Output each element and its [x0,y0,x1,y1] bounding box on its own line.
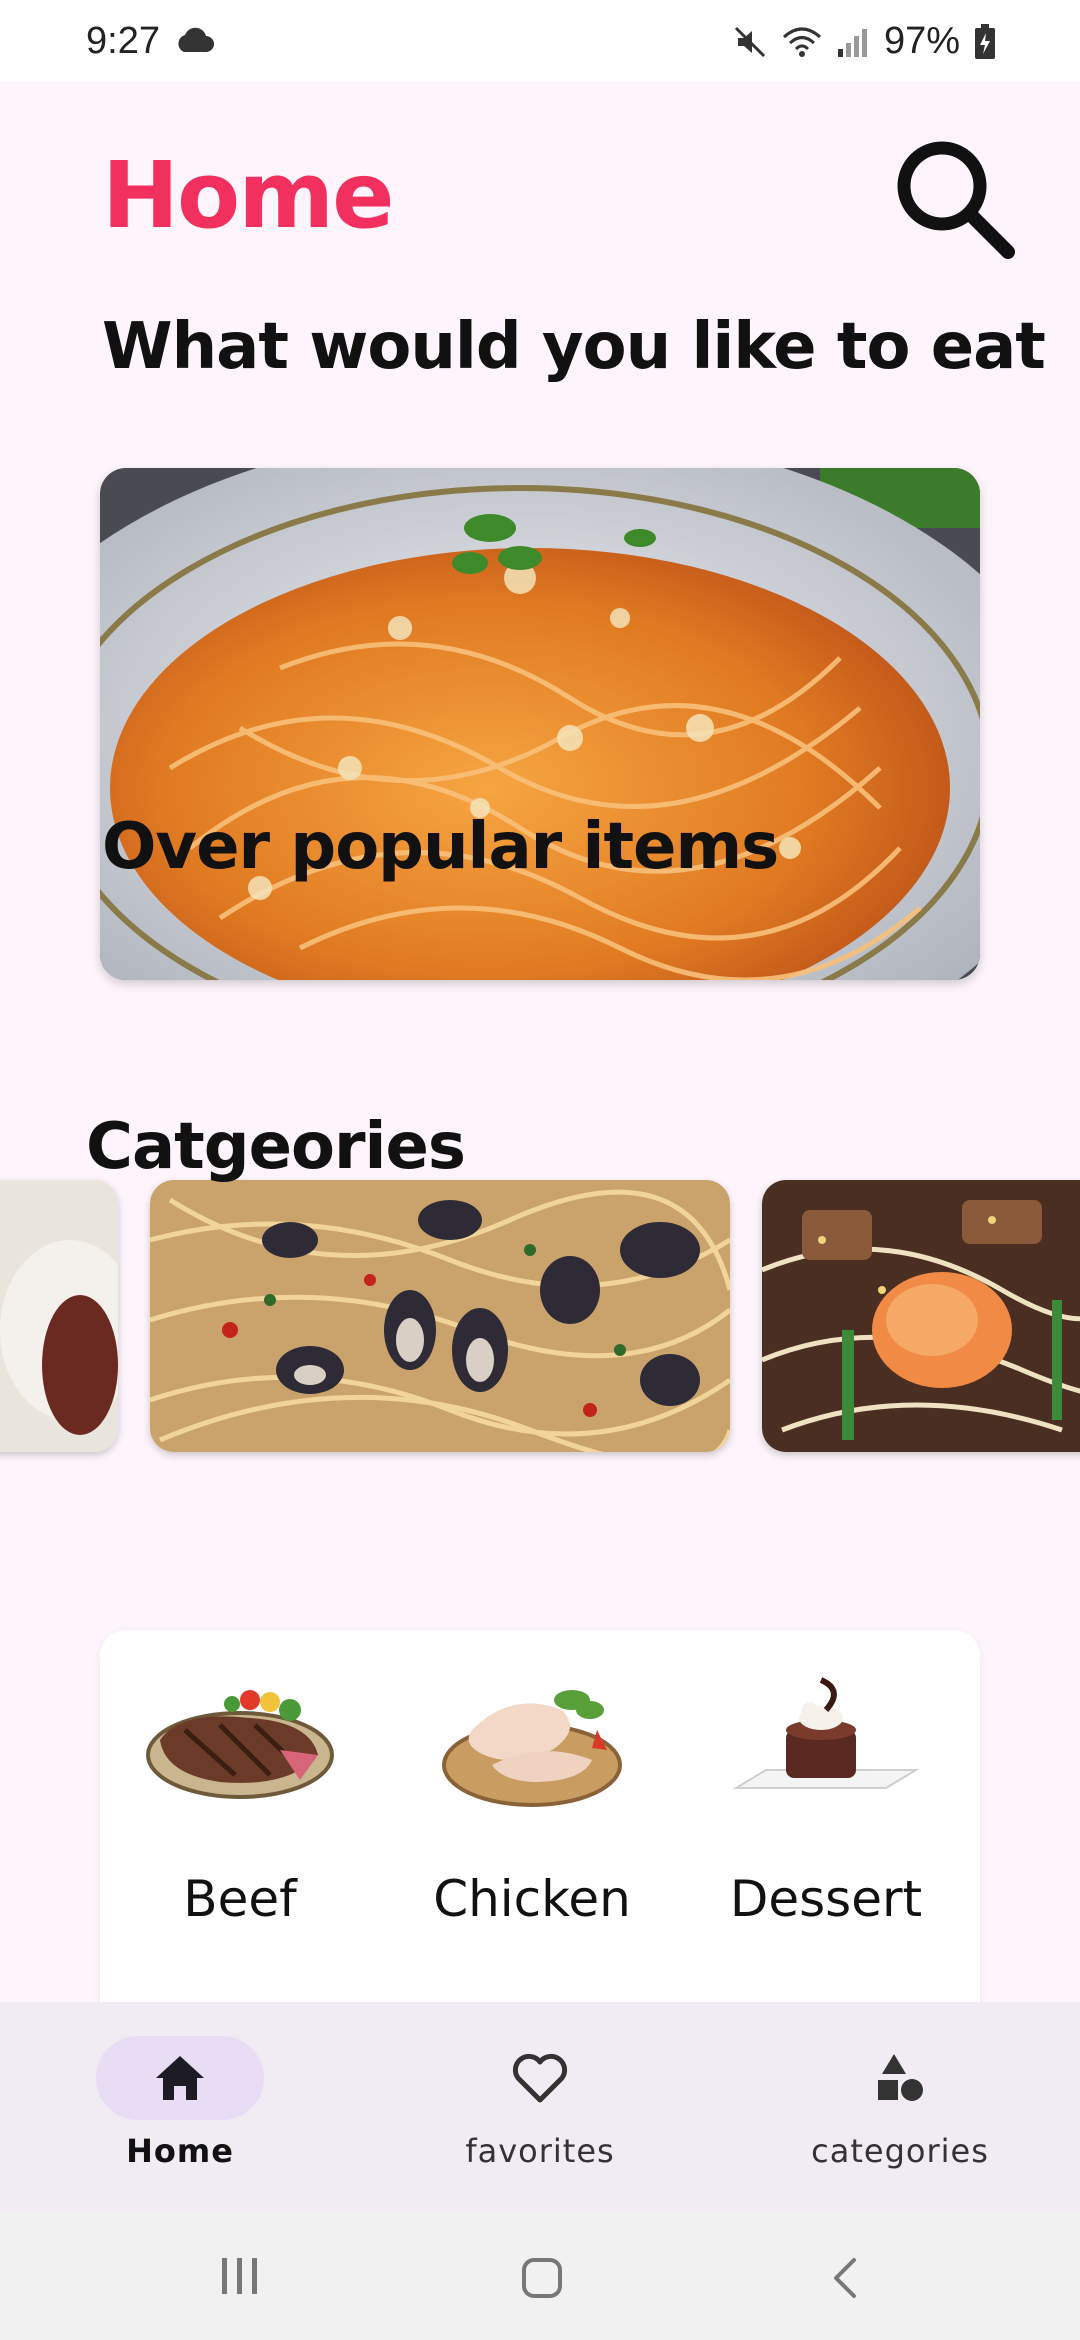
home-screen: Home What would you like to eat Over pop… [0,82,1080,2002]
popular-item-card[interactable] [150,1180,730,1452]
status-icons: 97% [732,20,996,63]
status-bar: 9:27 97% [0,0,1080,82]
category-label: Beef [183,1870,297,1928]
category-label: Chicken [433,1870,631,1928]
home-icon [156,2056,204,2100]
popular-item-card[interactable] [0,1180,118,1452]
section-heading-prompt: What would you like to eat [102,310,1046,384]
category-dessert[interactable]: Dessert [686,1670,966,1950]
shapes-icon [878,2054,923,2101]
signal-icon [837,28,867,57]
nav-label: categories [811,2132,989,2170]
category-label: Dessert [729,1870,923,1928]
nav-item-categories[interactable]: categories [720,2002,1080,2212]
search-icon[interactable] [890,134,1020,264]
chicken-image [442,1690,622,1807]
featured-meal-image[interactable] [100,468,980,980]
categories-grid: Beef Chicken Dessert [100,1630,980,2002]
nav-item-favorites[interactable]: favorites [360,2002,720,2212]
bottom-navigation: Home favorites categories [0,2002,1080,2212]
battery-percent: 97% [883,20,960,62]
page-title: Home [102,142,394,249]
nav-label: Home [126,2132,234,2170]
wifi-icon [782,27,821,57]
dessert-image [732,1677,920,1789]
battery-icon [975,23,995,59]
nav-item-home[interactable]: Home [0,2002,360,2212]
section-heading-popular: Over popular items [102,810,779,884]
category-chicken[interactable]: Chicken [392,1670,672,1950]
category-beef[interactable]: Beef [100,1670,380,1950]
system-navigation-bar [0,2212,1080,2340]
heart-icon [512,2053,568,2103]
popular-item-card[interactable] [762,1180,1080,1452]
home-button-icon[interactable] [520,2256,564,2300]
section-heading-categories: Catgeories [86,1110,466,1184]
nav-label: favorites [465,2132,615,2170]
cloud-icon [178,27,214,52]
recent-apps-icon[interactable] [218,2256,262,2296]
back-icon[interactable] [828,2256,862,2300]
mute-icon [734,26,765,57]
status-time: 9:27 [86,20,160,62]
beef-image [146,1690,334,1799]
